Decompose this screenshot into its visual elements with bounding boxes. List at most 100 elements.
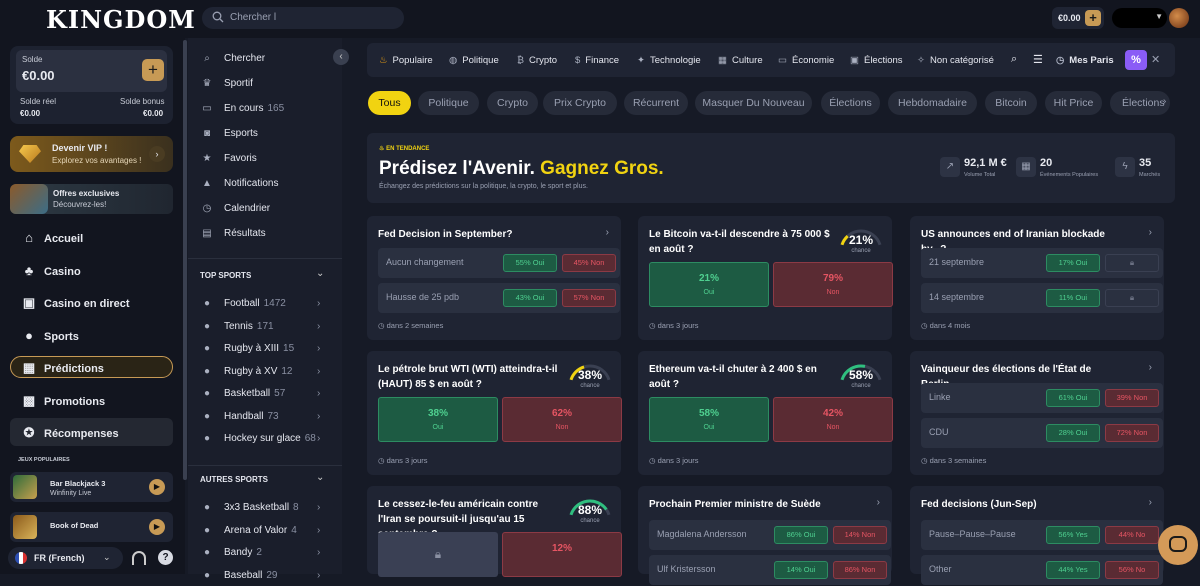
market-card[interactable]: Vainqueur des élections de l'État de Ber…	[910, 351, 1164, 475]
no-button[interactable]: 79% Non	[773, 262, 893, 307]
percent-icon[interactable]: %	[1125, 50, 1147, 70]
no-button[interactable]: 12%	[502, 532, 622, 577]
language-selector[interactable]: FR (French) ⌄	[8, 547, 123, 569]
outcome-yes-button[interactable]: 28% Oui	[1046, 424, 1100, 442]
cat-politique[interactable]: ◍ Politique	[449, 55, 499, 66]
market-card[interactable]: Ethereum va-t-il chuter à 2 400 $ en aoû…	[638, 351, 893, 475]
nav-casino[interactable]: ♣ Casino	[22, 263, 81, 278]
deposit-plus-icon[interactable]: +	[1085, 10, 1101, 26]
nav-recompenses[interactable]: ✪ Récompenses	[22, 425, 119, 441]
search-input[interactable]: Chercher l	[202, 7, 404, 29]
outcome-yes-button[interactable]: 43% Oui	[503, 289, 557, 307]
filter-pill[interactable]: Récurrent	[624, 91, 688, 115]
nav-predictions[interactable]: ▦ Prédictions	[22, 360, 104, 376]
cat-culture[interactable]: ▦ Culture	[718, 55, 763, 66]
sport-item[interactable]: ● Football 1472 ›	[200, 298, 320, 314]
filter-pill[interactable]: Hebdomadaire	[888, 91, 977, 115]
collapse-icon[interactable]: ‹	[333, 49, 349, 65]
chat-button[interactable]	[1158, 525, 1198, 565]
nav-sports[interactable]: ● Sports	[22, 328, 79, 343]
cat-technologie[interactable]: ✦ Technologie	[637, 55, 701, 66]
chevron-right-icon[interactable]: ›	[877, 497, 880, 508]
chevron-down-icon[interactable]: ⌄	[316, 268, 324, 279]
search-icon[interactable]: ⌕	[1011, 53, 1017, 66]
quick-esports[interactable]: ◙ Esports	[200, 128, 258, 144]
market-card[interactable]: Le pétrole brut WTI (WTI) atteindra-t-il…	[367, 351, 622, 475]
cat-elections[interactable]: ▣ Élections	[850, 55, 903, 66]
game-card[interactable]: Bar Blackjack 3 Winfinity Live ▶	[10, 472, 173, 502]
outcome-no-button[interactable]: 57% Non	[562, 289, 616, 307]
quick-chercher[interactable]: ⌕ Chercher	[200, 53, 265, 69]
no-button[interactable]: 42% Non	[773, 397, 893, 442]
vip-banner[interactable]: Devenir VIP ! Explorez vos avantages ! ›	[10, 136, 173, 172]
yes-button[interactable]: 58% Oui	[649, 397, 769, 442]
outcome-yes-button[interactable]: 55% Oui	[503, 254, 557, 272]
sidebar-scrollbar[interactable]	[183, 40, 187, 480]
game-card[interactable]: Book of Dead ▶	[10, 512, 173, 542]
market-card[interactable]: Prochain Premier ministre de Suède › Magda…	[638, 486, 892, 585]
wallet-deposit-button[interactable]: +	[142, 59, 164, 81]
filter-pill[interactable]: Masquer Du Nouveau	[695, 91, 812, 115]
quick-sportif[interactable]: ♛ Sportif	[200, 78, 253, 94]
sport-item[interactable]: ● Handball 73 ›	[200, 411, 320, 427]
chevron-right-icon[interactable]: ›	[1163, 96, 1166, 107]
filter-pill[interactable]: Crypto	[487, 91, 538, 115]
quick-notifications[interactable]: ▲ Notifications	[200, 178, 278, 194]
outcome-no-button[interactable]: 86% Non	[833, 561, 887, 579]
quick-en-cours[interactable]: ▭ En cours 165	[200, 103, 284, 119]
user-menu[interactable]: ▼	[1112, 8, 1167, 28]
quick-favoris[interactable]: ★ Favoris	[200, 153, 257, 169]
sport-item[interactable]: ● Baseball 29 ›	[200, 570, 320, 586]
market-card[interactable]: Fed decisions (Jun-Sep) › Pause–Pause–Paus…	[910, 486, 1164, 585]
filter-pill[interactable]: Élections	[821, 91, 880, 115]
help-icon[interactable]: ?	[158, 550, 173, 565]
sport-item[interactable]: ● Basketball 57 ›	[200, 388, 320, 404]
outcome-yes-button[interactable]: 86% Oui	[774, 526, 828, 544]
no-button[interactable]: 62% Non	[502, 397, 622, 442]
outcome-no-button[interactable]: 45% Non	[562, 254, 616, 272]
header-balance[interactable]: €0.00 +	[1052, 7, 1104, 29]
cat-finance[interactable]: $ Finance	[575, 55, 619, 66]
chevron-right-icon[interactable]: ›	[1149, 227, 1152, 238]
cat-populaire[interactable]: ♨ Populaire	[379, 55, 433, 66]
outcome-yes-button[interactable]: 61% Oui	[1046, 389, 1100, 407]
chevron-right-icon[interactable]: ›	[1149, 362, 1152, 373]
outcome-no-button[interactable]: 14% Non	[833, 526, 887, 544]
outcome-no-button[interactable]: 56% No	[1105, 561, 1159, 579]
market-card[interactable]: Le cessez-le-feu américain contre l'Iran…	[367, 486, 622, 577]
sport-item[interactable]: ● Hockey sur glace 68 ›	[200, 433, 320, 449]
filter-icon[interactable]: ☰	[1033, 53, 1043, 66]
market-card[interactable]: US announces end of Iranian blockade by.…	[910, 216, 1164, 340]
avatar[interactable]	[1169, 8, 1189, 28]
sport-item[interactable]: ● Tennis 171 ›	[200, 321, 320, 337]
close-icon[interactable]: ✕	[1151, 53, 1160, 66]
filter-pill[interactable]: Prix Crypto	[543, 91, 617, 115]
nav-promotions[interactable]: ▩ Promotions	[22, 393, 105, 409]
play-icon[interactable]: ▶	[149, 479, 165, 495]
outcome-yes-button[interactable]: 44% Yes	[1046, 561, 1100, 579]
nav-casino-direct[interactable]: ▣ Casino en direct	[22, 295, 130, 311]
cat-non-categorise[interactable]: ✧ Non catégorisé	[917, 55, 994, 66]
nav-accueil[interactable]: ⌂ Accueil	[22, 230, 83, 245]
outcome-yes-button[interactable]: 14% Oui	[774, 561, 828, 579]
headset-icon[interactable]	[132, 551, 146, 565]
market-card[interactable]: Le Bitcoin va-t-il descendre à 75 000 $ …	[638, 216, 893, 340]
sport-item[interactable]: ● Bandy 2 ›	[200, 547, 320, 563]
filter-pill[interactable]: Bitcoin	[985, 91, 1037, 115]
yes-button[interactable]: 38% Oui	[378, 397, 498, 442]
sport-item[interactable]: ● Arena of Valor 4 ›	[200, 525, 320, 541]
play-icon[interactable]: ▶	[149, 519, 165, 535]
chevron-right-icon[interactable]: ›	[1149, 497, 1152, 508]
yes-button[interactable]: 21% Oui	[649, 262, 769, 307]
sport-item[interactable]: ● 3x3 Basketball 8 ›	[200, 502, 320, 518]
outcome-no-button[interactable]: 44% No	[1105, 526, 1159, 544]
outcome-yes-button[interactable]: 17% Oui	[1046, 254, 1100, 272]
outcome-no-button[interactable]: 39% Non	[1105, 389, 1159, 407]
cat-economie[interactable]: ▭ Économie	[778, 55, 834, 66]
outcome-no-button[interactable]: 72% Non	[1105, 424, 1159, 442]
outcome-yes-button[interactable]: 11% Oui	[1046, 289, 1100, 307]
outcome-yes-button[interactable]: 56% Yes	[1046, 526, 1100, 544]
filter-pill[interactable]: Politique	[418, 91, 479, 115]
chevron-right-icon[interactable]: ›	[606, 227, 609, 238]
chevron-down-icon[interactable]: ⌄	[316, 472, 324, 483]
